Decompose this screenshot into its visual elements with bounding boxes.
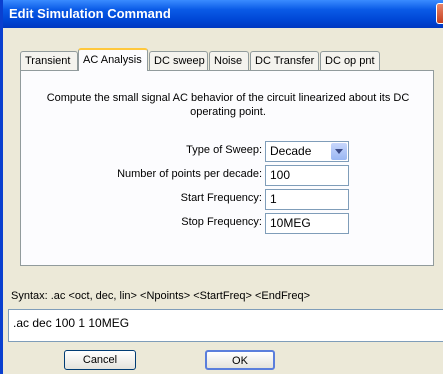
- close-icon[interactable]: [436, 3, 443, 24]
- command-text-field[interactable]: .ac dec 100 1 10MEG: [8, 309, 443, 342]
- sweep-type-select[interactable]: Decade: [265, 141, 349, 162]
- ac-analysis-panel: Compute the small signal AC behavior of …: [20, 70, 434, 266]
- tab-transient[interactable]: Transient: [20, 51, 78, 70]
- stop-frequency-field[interactable]: 10MEG: [265, 213, 349, 234]
- sweep-type-label: Type of Sweep:: [186, 144, 262, 156]
- tab-dc-sweep[interactable]: DC sweep: [149, 51, 208, 70]
- start-frequency-field[interactable]: 1: [265, 189, 349, 210]
- chevron-down-icon[interactable]: [331, 143, 347, 160]
- tab-noise[interactable]: Noise: [209, 51, 249, 70]
- points-per-decade-field[interactable]: 100: [265, 165, 349, 186]
- dialog-window: Edit Simulation Command Transient AC Ana…: [0, 0, 443, 374]
- ok-button[interactable]: OK: [205, 350, 275, 370]
- start-frequency-label: Start Frequency:: [180, 192, 262, 204]
- tab-dc-op-pnt[interactable]: DC op pnt: [320, 51, 380, 70]
- title-bar[interactable]: Edit Simulation Command: [3, 0, 443, 28]
- tab-ac-analysis[interactable]: AC Analysis: [78, 48, 148, 71]
- cancel-button[interactable]: Cancel: [64, 350, 136, 370]
- sweep-type-value: Decade: [270, 144, 312, 158]
- window-title: Edit Simulation Command: [9, 6, 171, 21]
- syntax-text: Syntax: .ac <oct, dec, lin> <Npoints> <S…: [11, 290, 311, 302]
- tab-dc-transfer[interactable]: DC Transfer: [250, 51, 319, 70]
- stop-frequency-label: Stop Frequency:: [181, 216, 262, 228]
- points-per-decade-label: Number of points per decade:: [117, 168, 262, 180]
- description-text: Compute the small signal AC behavior of …: [46, 92, 410, 118]
